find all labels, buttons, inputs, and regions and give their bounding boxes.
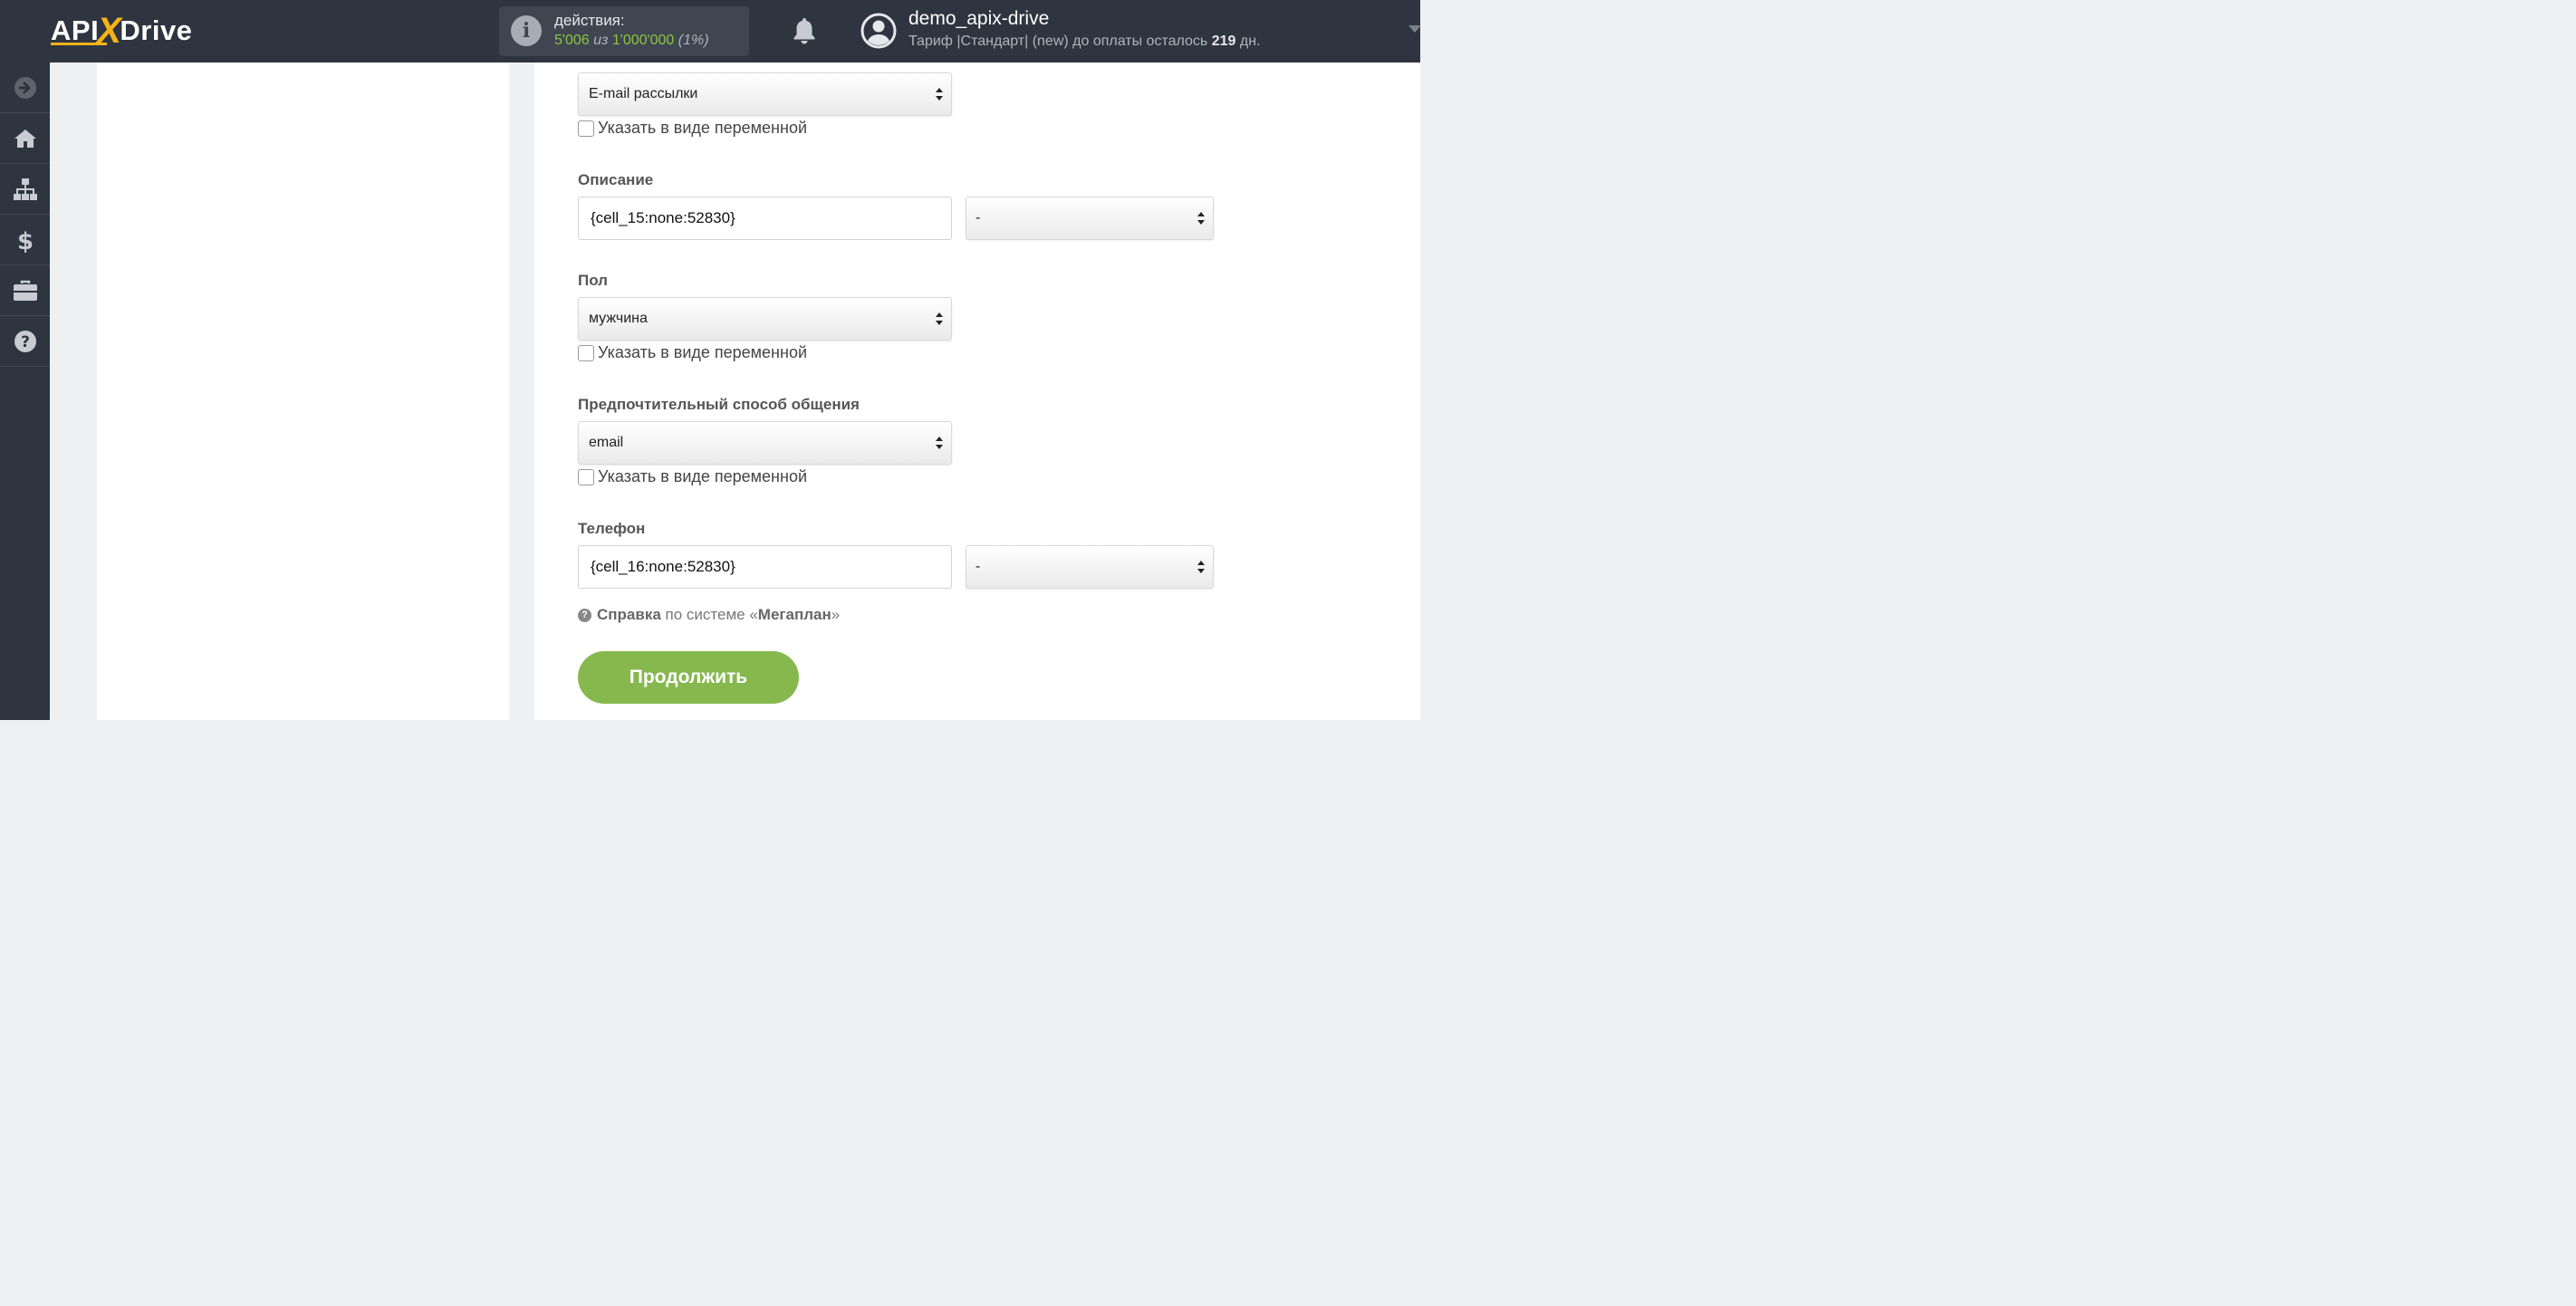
left-panel: [97, 62, 509, 720]
select-arrows-icon: [1197, 212, 1205, 226]
user-menu-caret-icon[interactable]: [1408, 25, 1421, 33]
apixdrive-logo[interactable]: API X Drive: [51, 11, 193, 49]
actions-of: из: [593, 33, 609, 48]
bell-icon[interactable]: [791, 16, 818, 45]
checkbox-label: Указать в виде переменной: [598, 119, 808, 137]
home-icon: [14, 129, 36, 148]
phone-label: Телефон: [578, 520, 646, 537]
user-avatar-icon[interactable]: [860, 13, 897, 49]
gender-select-value: мужчина: [589, 311, 648, 326]
sidebar: $ ?: [0, 62, 50, 720]
gender-variable-checkbox[interactable]: [578, 344, 594, 361]
svg-text:?: ?: [21, 333, 30, 351]
logo-underline: [51, 43, 107, 45]
mailing-select-value: E-mail рассылки: [589, 86, 698, 101]
mailing-select[interactable]: E-mail рассылки: [578, 72, 952, 116]
svg-text:$: $: [16, 228, 33, 253]
phone-modifier-value: -: [976, 559, 981, 574]
contact-method-select-value: email: [589, 435, 624, 450]
description-modifier-value: -: [976, 210, 981, 226]
arrow-right-icon: [14, 76, 36, 99]
sidebar-item-connections[interactable]: [0, 164, 50, 215]
sidebar-item-services[interactable]: [0, 265, 50, 316]
gender-variable-checkbox-row[interactable]: Указать в виде переменной: [578, 343, 807, 362]
sidebar-item-expand[interactable]: [0, 62, 50, 113]
select-arrows-icon: [936, 88, 943, 101]
info-icon: i: [511, 15, 542, 46]
select-arrows-icon: [936, 437, 943, 450]
tariff-info: Тариф |Стандарт| (new) до оплаты осталос…: [908, 34, 1260, 50]
description-modifier-select[interactable]: -: [966, 197, 1214, 240]
help-middle: по системе «: [665, 606, 758, 623]
phone-value: {cell_16:none:52830}: [591, 558, 735, 575]
contact-method-label: Предпочтительный способ общения: [578, 396, 860, 413]
actions-label: действия:: [554, 12, 625, 29]
actions-count: 5'006 из 1'000'000 (1%): [554, 33, 709, 49]
description-label: Описание: [578, 171, 654, 188]
select-arrows-icon: [1197, 561, 1205, 574]
sidebar-item-home[interactable]: [0, 113, 50, 164]
continue-button[interactable]: Продолжить: [578, 651, 799, 704]
description-input[interactable]: {cell_15:none:52830}: [578, 197, 952, 240]
help-system-name: Мегаплан: [757, 606, 831, 623]
sidebar-item-billing[interactable]: $: [0, 215, 50, 265]
select-arrows-icon: [936, 312, 943, 326]
contact-method-variable-checkbox[interactable]: [578, 468, 594, 485]
phone-input[interactable]: {cell_16:none:52830}: [578, 545, 952, 589]
actions-percent: (1%): [678, 33, 709, 48]
actions-counter: i действия: 5'006 из 1'000'000 (1%): [499, 6, 749, 56]
checkbox-label: Указать в виде переменной: [598, 343, 808, 361]
help-prefix[interactable]: Справка: [597, 606, 661, 624]
checkbox-label: Указать в виде переменной: [598, 467, 808, 485]
phone-modifier-select[interactable]: -: [966, 545, 1214, 589]
question-icon: ?: [578, 608, 591, 622]
help-link-row[interactable]: ? Справка по системе «Мегаплан»: [578, 606, 840, 624]
help-suffix: »: [831, 606, 841, 623]
gender-label: Пол: [578, 272, 608, 289]
contact-method-variable-checkbox-row[interactable]: Указать в виде переменной: [578, 467, 807, 486]
actions-used: 5'006: [554, 33, 590, 48]
contact-method-select[interactable]: email: [578, 421, 952, 465]
tariff-days: 219: [1211, 34, 1236, 49]
mailing-variable-checkbox-row[interactable]: Указать в виде переменной: [578, 119, 807, 138]
gender-select[interactable]: мужчина: [578, 297, 952, 341]
top-header: API X Drive i действия: 5'006 из 1'000'000…: [0, 0, 1421, 62]
actions-total: 1'000'000: [611, 33, 675, 48]
sitemap-icon: [13, 178, 37, 200]
sidebar-item-help[interactable]: ?: [0, 316, 50, 367]
mailing-variable-checkbox[interactable]: [578, 120, 594, 137]
tariff-text: Тариф |Стандарт| (new) до оплаты осталос…: [908, 34, 1208, 49]
description-value: {cell_15:none:52830}: [591, 209, 735, 226]
username[interactable]: demo_apix-drive: [908, 8, 1049, 30]
tariff-days-unit: дн.: [1239, 34, 1261, 49]
dollar-icon: $: [16, 228, 33, 253]
logo-text-drive: Drive: [120, 14, 193, 46]
help-icon: ?: [14, 330, 36, 352]
briefcase-icon: [13, 280, 37, 301]
